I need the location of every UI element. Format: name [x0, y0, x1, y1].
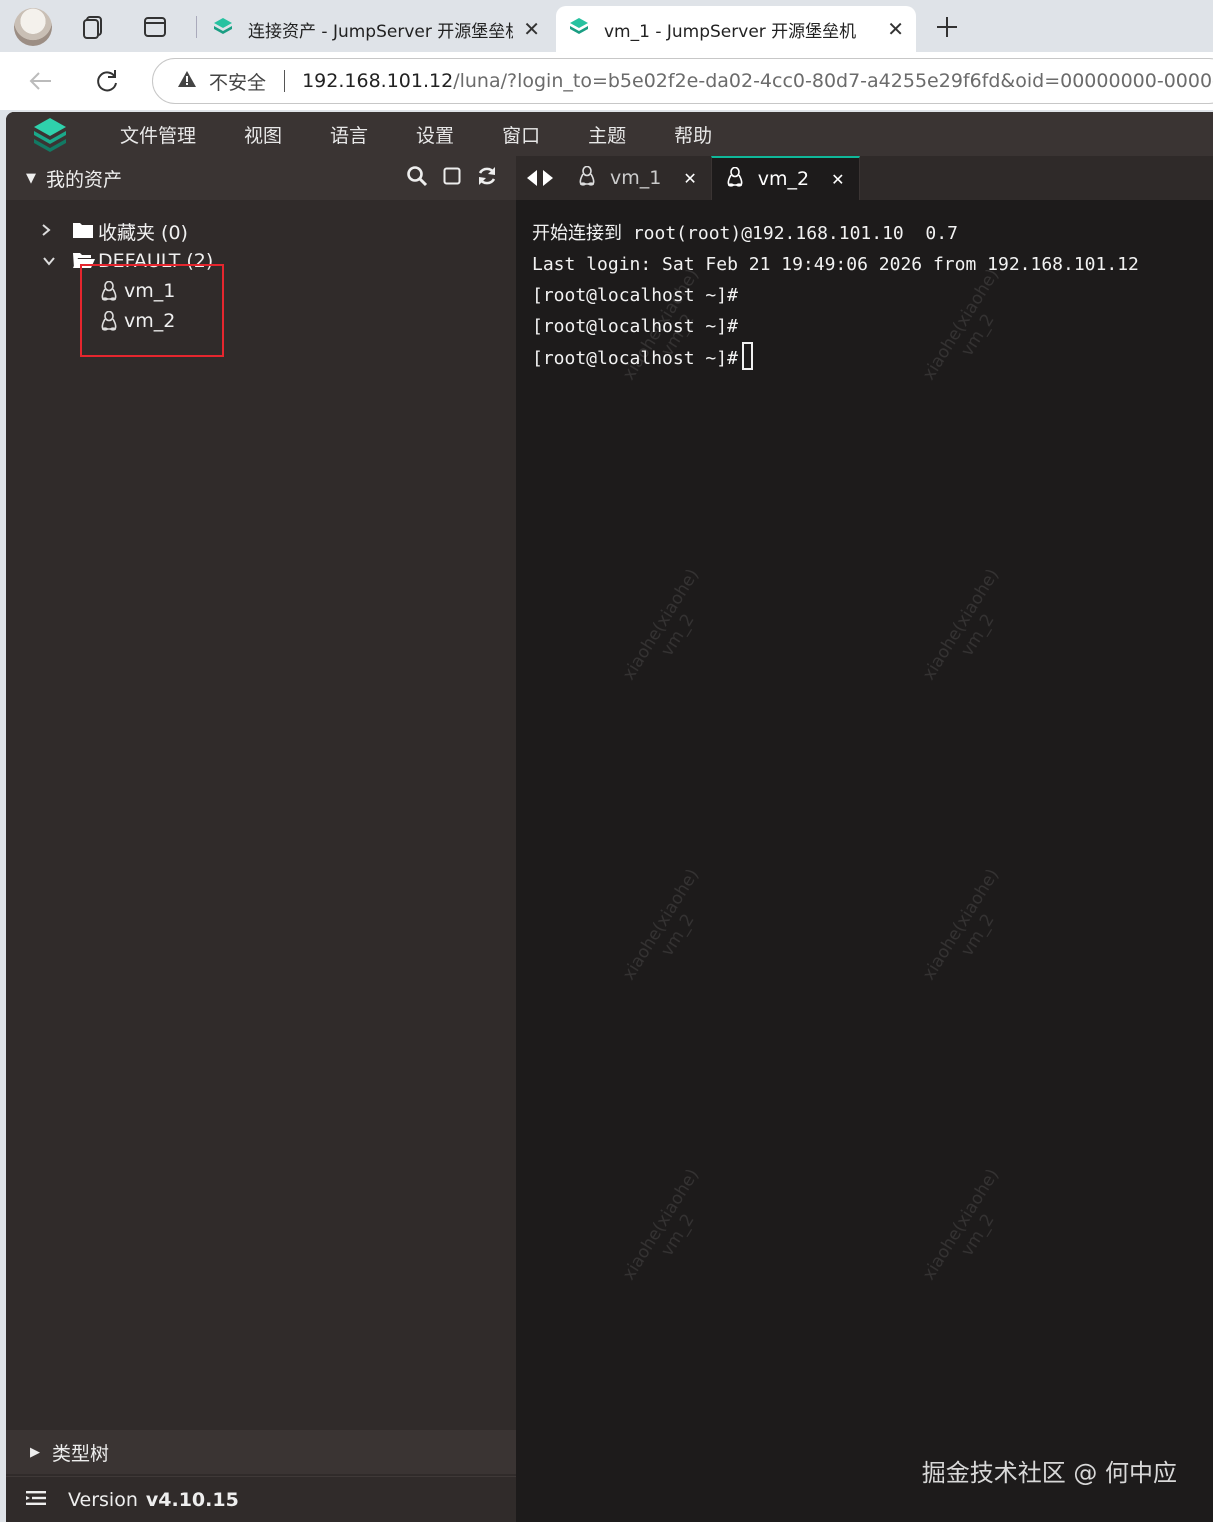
linux-tux-icon: [726, 166, 744, 192]
url-host: 192.168.101.12: [302, 70, 454, 92]
warning-icon[interactable]: [177, 69, 197, 94]
tree-node-favorites[interactable]: 收藏夹 (0): [6, 216, 516, 246]
terminal-screen[interactable]: 开始连接到 root(root)@192.168.101.10 0.7 Last…: [516, 200, 1213, 1522]
terminal-tab-label: vm_1: [610, 167, 662, 189]
refresh-icon[interactable]: [476, 165, 498, 192]
address-bar: 不安全 192.168.101.12/luna/?login_to=b5e02f…: [0, 52, 1213, 110]
version-label: Version: [68, 1488, 138, 1511]
security-label[interactable]: 不安全: [209, 68, 266, 95]
terminal-tab-vm1[interactable]: vm_1 ✕: [564, 156, 711, 200]
menu-language[interactable]: 语言: [330, 121, 368, 148]
close-icon[interactable]: ✕: [831, 170, 844, 189]
linux-tux-icon: [578, 165, 596, 191]
jumpserver-favicon: [212, 16, 234, 43]
watermark: xiaohe(xiaohe) vm_2: [918, 565, 1004, 684]
source-credit: 掘金技术社区 @ 何中应: [921, 1459, 1177, 1487]
type-tree-label: 类型树: [52, 1442, 110, 1465]
terminal-tab-vm2[interactable]: vm_2 ✕: [710, 156, 860, 200]
collections-icon[interactable]: [78, 12, 108, 42]
terminal-line: [root@localhost ~]#: [532, 316, 738, 337]
terminal-cursor: [741, 342, 753, 370]
chevron-right-icon[interactable]: [40, 222, 52, 241]
watermark: xiaohe(xiaohe) vm_2: [918, 1165, 1004, 1284]
watermark: xiaohe(xiaohe) vm_2: [618, 565, 704, 684]
terminal-tab-bar: vm_1 ✕ vm_2 ✕: [516, 156, 1213, 200]
browser-tab-vm1[interactable]: vm_1 - JumpServer 开源堡垒机 ✕: [556, 6, 916, 52]
search-icon[interactable]: [406, 165, 428, 192]
menu-settings[interactable]: 设置: [416, 121, 454, 148]
menu-window[interactable]: 窗口: [502, 121, 540, 148]
watermark: xiaohe(xiaohe) vm_2: [618, 865, 704, 984]
watermark: xiaohe(xiaohe) vm_2: [918, 865, 1004, 984]
watermark: xiaohe(xiaohe) vm_2: [618, 1165, 704, 1284]
menu-file-manager[interactable]: 文件管理: [120, 121, 196, 148]
arrow-left-icon[interactable]: [525, 169, 539, 187]
back-arrow-icon[interactable]: [26, 66, 56, 96]
browser-tab-title: vm_1 - JumpServer 开源堡垒机: [604, 21, 857, 42]
new-tab-icon[interactable]: [932, 12, 962, 42]
tab-actions-icon[interactable]: [140, 12, 170, 42]
annotation-highlight-box: [80, 264, 224, 357]
profile-avatar[interactable]: [14, 8, 52, 46]
caret-down-icon[interactable]: ▼: [26, 171, 36, 186]
folder-icon: [72, 220, 94, 245]
terminal-line: [root@localhost ~]#: [532, 285, 738, 306]
menu-theme[interactable]: 主题: [588, 121, 626, 148]
menu-bar: 文件管理 视图 语言 设置 窗口 主题 帮助: [6, 112, 1213, 156]
terminal-tab-label: vm_2: [757, 168, 810, 190]
chevron-down-icon[interactable]: [42, 252, 56, 271]
terminal-line: 开始连接到 root(root)@192.168.101.10 0.7: [532, 223, 958, 244]
my-assets-header[interactable]: ▼ 我的资产: [6, 156, 516, 200]
version-bar: Version v4.10.15: [6, 1476, 516, 1522]
menu-view[interactable]: 视图: [244, 121, 282, 148]
my-assets-title: 我的资产: [46, 168, 123, 191]
list-menu-icon[interactable]: [26, 1489, 46, 1511]
tab-scroll-arrows[interactable]: [516, 169, 564, 187]
url-field[interactable]: 不安全 192.168.101.12/luna/?login_to=b5e02f…: [152, 58, 1213, 104]
menu-help[interactable]: 帮助: [674, 121, 712, 148]
tree-node-label: 收藏夹 (0): [98, 221, 188, 244]
type-tree-header[interactable]: ▶ 类型树: [6, 1430, 516, 1474]
browser-tabstrip: 连接资产 - JumpServer 开源堡垒机 ✕ vm_1 - JumpSer…: [0, 0, 1213, 52]
url-path: /luna/?login_to=b5e02f2e-da02-4cc0-80d7-…: [453, 70, 1213, 92]
jumpserver-luna-app: 文件管理 视图 语言 设置 窗口 主题 帮助 ▼ 我的资产 收藏夹 (0) DE…: [6, 112, 1213, 1522]
terminal-area: vm_1 ✕ vm_2 ✕ 开始连接到 root(root)@192.168.1…: [516, 156, 1213, 1522]
close-icon[interactable]: ✕: [683, 169, 696, 188]
asset-sidebar: ▼ 我的资产 收藏夹 (0) DEFAULT (2) vm_1 vm_2 ▶ 类…: [6, 156, 516, 1522]
browser-tab-title: 连接资产 - JumpServer 开源堡垒机: [248, 21, 514, 42]
jumpserver-logo-icon: [28, 112, 72, 156]
close-tab-icon[interactable]: ✕: [887, 17, 904, 41]
caret-right-icon[interactable]: ▶: [30, 1445, 40, 1460]
close-tab-icon[interactable]: ✕: [523, 17, 540, 41]
reload-icon[interactable]: [92, 66, 122, 96]
arrow-right-icon[interactable]: [541, 169, 555, 187]
browser-tab-connect-assets[interactable]: 连接资产 - JumpServer 开源堡垒机 ✕: [200, 6, 552, 52]
version-value: v4.10.15: [145, 1488, 239, 1511]
square-icon[interactable]: [442, 166, 462, 191]
jumpserver-favicon: [568, 16, 590, 43]
terminal-line: Last login: Sat Feb 21 19:49:06 2026 fro…: [532, 254, 1139, 275]
